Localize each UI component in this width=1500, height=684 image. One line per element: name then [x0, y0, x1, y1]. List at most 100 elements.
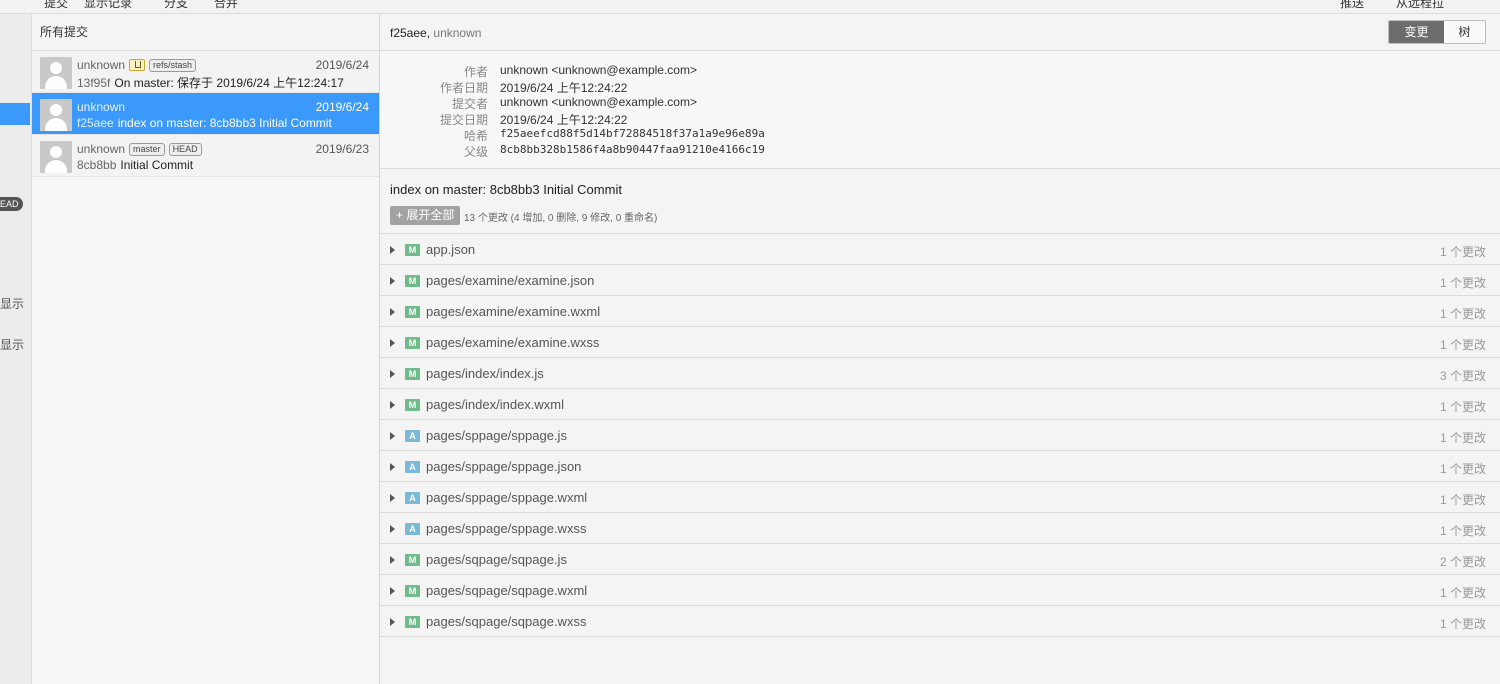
commit-author: unknown [77, 142, 126, 156]
commit-row[interactable]: unknown refs/stash 2019/6/24 13f95f On mas… [32, 51, 379, 93]
file-row[interactable]: Mpages/examine/examine.wxss 1 个更改 [380, 327, 1500, 358]
file-path: pages/sqpage/sqpage.wxss [426, 614, 587, 629]
file-path: pages/index/index.js [426, 366, 544, 381]
status-badge: A [405, 461, 420, 473]
status-badge: A [405, 430, 420, 442]
status-badge: M [405, 337, 420, 349]
expand-arrow-icon[interactable] [390, 339, 395, 347]
change-count: 1 个更改 [1439, 431, 1486, 445]
change-summary: 13 个更改 (4 增加, 0 删除, 9 修改, 0 重命名) [464, 213, 658, 224]
commit-hash: 13f95f [77, 76, 111, 90]
expand-arrow-icon[interactable] [390, 463, 395, 471]
sidebar: EAD 显示 显示 [0, 14, 32, 684]
file-row[interactable]: Mpages/sqpage/sqpage.wxss 1 个更改 [380, 606, 1500, 637]
status-badge: M [405, 585, 420, 597]
change-count: 1 个更改 [1439, 245, 1486, 259]
expand-arrow-icon[interactable] [390, 587, 395, 595]
tab-changes[interactable]: 变更 [1389, 21, 1444, 43]
detail-header: f25aee, unknown 变更 树 [380, 14, 1500, 51]
avatar [40, 141, 72, 173]
file-row[interactable]: Apages/sppage/sppage.wxss 1 个更改 [380, 513, 1500, 544]
file-row[interactable]: Mapp.json 1 个更改 [380, 234, 1500, 265]
file-path: pages/sppage/sppage.js [426, 428, 567, 443]
expand-arrow-icon[interactable] [390, 525, 395, 533]
expand-arrow-icon[interactable] [390, 401, 395, 409]
file-path: pages/index/index.wxml [426, 397, 565, 412]
commit-row[interactable]: unknown master HEAD 2019/6/23 8cb8bb Initia… [32, 135, 379, 177]
sidebar-selected-item[interactable] [0, 103, 30, 125]
change-count: 3 个更改 [1439, 369, 1486, 383]
status-badge: M [405, 244, 420, 256]
file-path: pages/sppage/sppage.wxss [426, 521, 587, 536]
detail-title-author: unknown [433, 26, 482, 40]
toolbar-history-button[interactable]: 显示记录 [84, 0, 132, 11]
file-path: pages/examine/examine.wxml [426, 304, 601, 319]
commit-list-pane: 所有提交 unknown refs/stash 2019/6/24 13f95f O… [32, 14, 380, 684]
detail-title-hash: f25aee [390, 26, 427, 40]
file-row[interactable]: Mpages/index/index.wxml 1 个更改 [380, 389, 1500, 420]
commit-detail-pane: f25aee, unknown 变更 树 作者 unknown <unknown@… [380, 14, 1500, 684]
branch-tag-head: HEAD [168, 143, 202, 156]
expand-arrow-icon[interactable] [390, 370, 395, 378]
change-count: 1 个更改 [1439, 493, 1486, 507]
ref-tag: refs/stash [149, 59, 197, 72]
commit-date: 2019/6/23 [315, 142, 369, 156]
commit-author: unknown [77, 100, 126, 114]
change-count: 1 个更改 [1439, 400, 1486, 414]
file-row[interactable]: Apages/sppage/sppage.js 1 个更改 [380, 420, 1500, 451]
change-count: 1 个更改 [1439, 524, 1486, 538]
commit-message: index on master: 8cb8bb3 Initial Commit [117, 116, 332, 130]
file-path: pages/examine/examine.wxss [426, 335, 600, 350]
commit-message-full: index on master: 8cb8bb3 Initial Commit [390, 182, 622, 197]
branch-tag-master: master [129, 143, 165, 156]
change-count: 1 个更改 [1439, 276, 1486, 290]
expand-arrow-icon[interactable] [390, 494, 395, 502]
commit-date: 2019/6/24 [315, 58, 369, 72]
toolbar-branch-button[interactable]: 分支 [164, 0, 188, 11]
change-count: 1 个更改 [1439, 307, 1486, 321]
avatar [40, 57, 72, 89]
expand-arrow-icon[interactable] [390, 432, 395, 440]
expand-arrow-icon[interactable] [390, 618, 395, 626]
toolbar-merge-button[interactable]: 合并 [214, 0, 238, 11]
file-row[interactable]: Mpages/examine/examine.json 1 个更改 [380, 265, 1500, 296]
status-badge: M [405, 554, 420, 566]
sidebar-show-label-1[interactable]: 显示 [0, 295, 24, 312]
expand-all-button[interactable]: + 展开全部 [390, 206, 461, 225]
sidebar-show-label-2[interactable]: 显示 [0, 336, 24, 353]
status-badge: A [405, 523, 420, 535]
commit-message-section: index on master: 8cb8bb3 Initial Commit … [380, 169, 1500, 234]
file-row[interactable]: Mpages/index/index.js 3 个更改 [380, 358, 1500, 389]
file-row[interactable]: Mpages/examine/examine.wxml 1 个更改 [380, 296, 1500, 327]
toolbar-pull-button[interactable]: 从远程拉 [1396, 0, 1444, 11]
commit-list-header: 所有提交 [32, 14, 379, 51]
status-badge: M [405, 306, 420, 318]
file-row[interactable]: Mpages/sqpage/sqpage.js 2 个更改 [380, 544, 1500, 575]
detail-title: f25aee, unknown [390, 26, 482, 40]
changed-files-list: Mapp.json 1 个更改 Mpages/examine/examine.js… [380, 234, 1500, 637]
commit-message: On master: 保存于 2019/6/24 上午12:24:17 [114, 76, 344, 90]
expand-arrow-icon[interactable] [390, 308, 395, 316]
stash-icon [129, 59, 146, 71]
commit-row-selected[interactable]: unknown 2019/6/24 f25aee index on master:… [32, 93, 379, 135]
file-path: pages/sppage/sppage.wxml [426, 490, 588, 505]
tab-tree[interactable]: 树 [1444, 21, 1485, 43]
avatar [40, 99, 72, 131]
status-badge: M [405, 275, 420, 287]
toolbar-push-button[interactable]: 推送 [1340, 0, 1364, 11]
commit-message: Initial Commit [120, 158, 194, 172]
file-row[interactable]: Mpages/sqpage/sqpage.wxml 1 个更改 [380, 575, 1500, 606]
expand-arrow-icon[interactable] [390, 277, 395, 285]
status-badge: M [405, 368, 420, 380]
commit-author: unknown [77, 58, 126, 72]
expand-arrow-icon[interactable] [390, 556, 395, 564]
toolbar-commit-button[interactable]: 提交 [44, 0, 68, 11]
file-path: pages/sqpage/sqpage.wxml [426, 583, 588, 598]
file-row[interactable]: Apages/sppage/sppage.wxml 1 个更改 [380, 482, 1500, 513]
file-row[interactable]: Apages/sppage/sppage.json 1 个更改 [380, 451, 1500, 482]
status-badge: A [405, 492, 420, 504]
expand-arrow-icon[interactable] [390, 246, 395, 254]
change-count: 1 个更改 [1439, 338, 1486, 352]
file-path: pages/examine/examine.json [426, 273, 595, 288]
commit-hash: 8cb8bb [77, 158, 117, 172]
